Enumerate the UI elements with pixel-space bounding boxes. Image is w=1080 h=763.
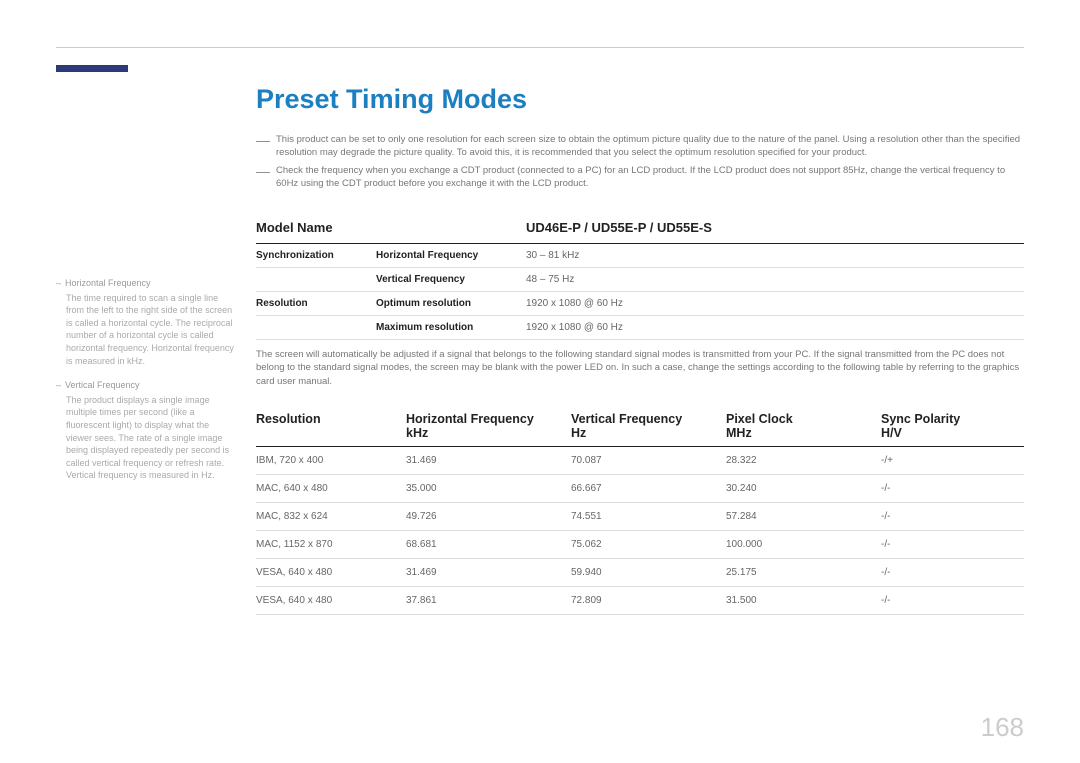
- cell-pclock: 31.500: [726, 595, 881, 606]
- table-row: MAC, 640 x 48035.00066.66730.240-/-: [256, 475, 1024, 503]
- spec-label: Vertical Frequency: [376, 274, 526, 285]
- cell-hfreq: 49.726: [406, 511, 571, 522]
- th-resolution: Resolution: [256, 412, 406, 440]
- body-paragraph: The screen will automatically be adjuste…: [256, 348, 1024, 388]
- cell-vfreq: 59.940: [571, 567, 726, 578]
- cell-sync: -/-: [881, 567, 1024, 578]
- sidebar-hfreq-title: Horizontal Frequency: [65, 278, 151, 288]
- spec-table: Synchronization Horizontal Frequency 30 …: [256, 244, 1024, 340]
- cell-sync: -/-: [881, 511, 1024, 522]
- cell-vfreq: 72.809: [571, 595, 726, 606]
- model-header-row: Model Name UD46E-P / UD55E-P / UD55E-S: [256, 212, 1024, 244]
- sidebar-vfreq-body: The product displays a single image mult…: [56, 394, 236, 482]
- table-row: MAC, 832 x 62449.72674.55157.284-/-: [256, 503, 1024, 531]
- page-number: 168: [981, 712, 1024, 743]
- cell-sync: -/+: [881, 455, 1024, 466]
- sidebar-vfreq-title: Vertical Frequency: [65, 380, 140, 390]
- spec-label: Maximum resolution: [376, 322, 526, 333]
- th-sync: Sync PolarityH/V: [881, 412, 1024, 440]
- model-name-value: UD46E-P / UD55E-P / UD55E-S: [526, 220, 712, 235]
- cell-hfreq: 68.681: [406, 539, 571, 550]
- model-name-label: Model Name: [256, 220, 526, 235]
- spec-value: 48 – 75 Hz: [526, 274, 574, 285]
- cell-vfreq: 66.667: [571, 483, 726, 494]
- sidebar-hfreq-body: The time required to scan a single line …: [56, 292, 236, 368]
- table-row: VESA, 640 x 48031.46959.94025.175-/-: [256, 559, 1024, 587]
- note-2: ― Check the frequency when you exchange …: [256, 164, 1024, 191]
- note-1: ― This product can be set to only one re…: [256, 133, 1024, 160]
- sidebar-notes: – Horizontal Frequency The time required…: [56, 277, 236, 494]
- cell-hfreq: 31.469: [406, 567, 571, 578]
- cell-pclock: 28.322: [726, 455, 881, 466]
- cell-sync: -/-: [881, 539, 1024, 550]
- timing-table-body: IBM, 720 x 40031.46970.08728.322-/+MAC, …: [256, 447, 1024, 615]
- spec-label: Horizontal Frequency: [376, 250, 526, 261]
- th-pclock: Pixel ClockMHz: [726, 412, 881, 440]
- cell-hfreq: 35.000: [406, 483, 571, 494]
- table-row: IBM, 720 x 40031.46970.08728.322-/+: [256, 447, 1024, 475]
- cell-resolution: IBM, 720 x 400: [256, 455, 406, 466]
- cell-resolution: VESA, 640 x 480: [256, 595, 406, 606]
- spec-group: Synchronization: [256, 250, 376, 261]
- cell-resolution: MAC, 640 x 480: [256, 483, 406, 494]
- cell-sync: -/-: [881, 483, 1024, 494]
- cell-pclock: 30.240: [726, 483, 881, 494]
- th-vfreq: Vertical FrequencyHz: [571, 412, 726, 440]
- th-hfreq: Horizontal FrequencykHz: [406, 412, 571, 440]
- spec-value: 1920 x 1080 @ 60 Hz: [526, 298, 623, 309]
- timing-table-header: Resolution Horizontal FrequencykHz Verti…: [256, 402, 1024, 447]
- cell-sync: -/-: [881, 595, 1024, 606]
- cell-vfreq: 74.551: [571, 511, 726, 522]
- cell-vfreq: 70.087: [571, 455, 726, 466]
- spec-value: 1920 x 1080 @ 60 Hz: [526, 322, 623, 333]
- cell-pclock: 100.000: [726, 539, 881, 550]
- cell-pclock: 25.175: [726, 567, 881, 578]
- cell-vfreq: 75.062: [571, 539, 726, 550]
- table-row: MAC, 1152 x 87068.68175.062100.000-/-: [256, 531, 1024, 559]
- page-title: Preset Timing Modes: [256, 84, 1024, 115]
- accent-bar: [56, 65, 128, 72]
- cell-resolution: MAC, 832 x 624: [256, 511, 406, 522]
- table-row: VESA, 640 x 48037.86172.80931.500-/-: [256, 587, 1024, 615]
- spec-group: Resolution: [256, 298, 376, 309]
- spec-value: 30 – 81 kHz: [526, 250, 579, 261]
- cell-hfreq: 31.469: [406, 455, 571, 466]
- spec-label: Optimum resolution: [376, 298, 526, 309]
- cell-pclock: 57.284: [726, 511, 881, 522]
- cell-resolution: VESA, 640 x 480: [256, 567, 406, 578]
- cell-resolution: MAC, 1152 x 870: [256, 539, 406, 550]
- cell-hfreq: 37.861: [406, 595, 571, 606]
